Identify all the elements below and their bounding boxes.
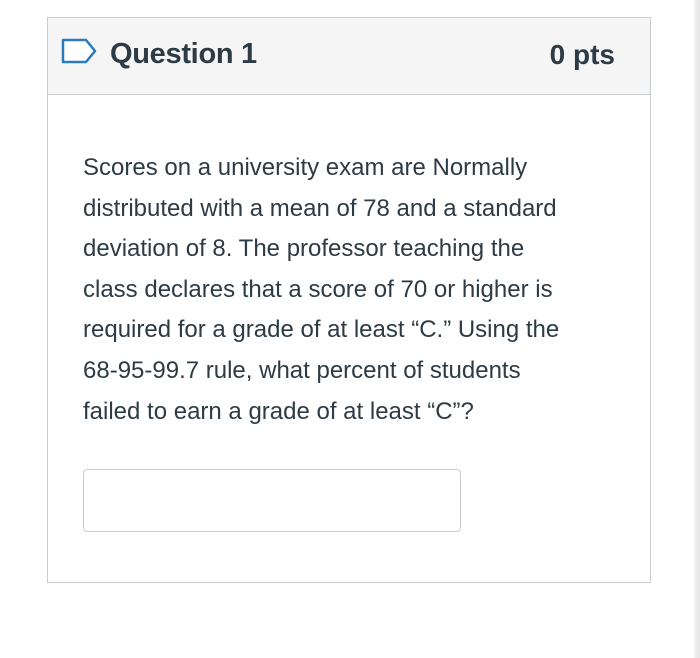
question-title: Question 1 (110, 38, 257, 70)
page-edge (694, 0, 700, 658)
question-text-line: Scores on a university exam are Normally (83, 154, 528, 181)
question-points: 0 pts (549, 39, 615, 70)
answer-input[interactable] (83, 469, 461, 532)
question-card: Question 1 0 pts Scores on a university … (47, 17, 651, 583)
question-text-line: failed to earn a grade of at least “C”? (83, 397, 474, 425)
question-header: Question 1 0 pts (48, 18, 650, 95)
question-text-line: required for a grade of at least “C.” Us… (83, 316, 560, 344)
bookmark-icon[interactable] (61, 38, 97, 64)
question-text-line: deviation of 8. The professor teaching t… (83, 235, 525, 263)
question-text: Scores on a university exam are Normally… (83, 148, 623, 432)
question-text-line: 68-95-99.7 rule, what percent of student… (83, 356, 521, 384)
question-text-line: class declares that a score of 70 or hig… (83, 275, 553, 303)
question-text-line: distributed with a mean of 78 and a stan… (83, 194, 557, 222)
